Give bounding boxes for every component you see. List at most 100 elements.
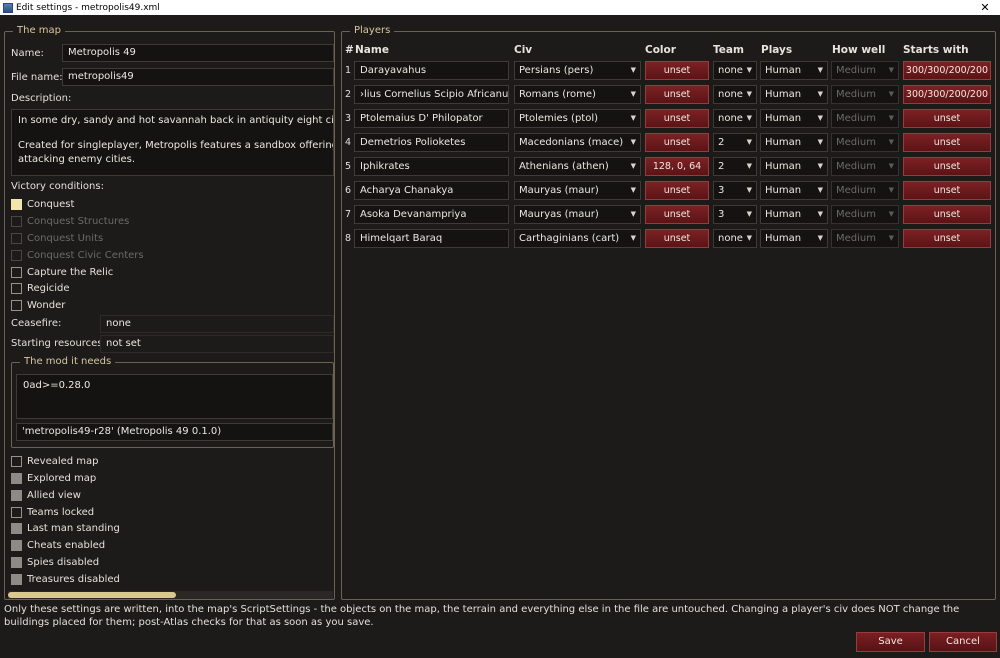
close-icon[interactable]: ✕ — [970, 1, 1000, 14]
team-select[interactable]: 2 ▼ — [713, 157, 757, 176]
civ-select[interactable]: Mauryas (maur) ▼ — [514, 181, 641, 200]
team-select[interactable]: none ▼ — [713, 85, 757, 104]
plays-select-value: Human — [765, 233, 802, 244]
plays-select[interactable]: Human ▼ — [760, 109, 828, 128]
player-name-input[interactable]: Iphikrates — [354, 157, 509, 176]
player-name-input[interactable]: Asoka Devanampriya — [354, 205, 509, 224]
players-legend: Players — [350, 25, 395, 37]
checkbox-indeterminate-icon[interactable] — [11, 472, 22, 484]
checkbox-indeterminate-icon[interactable] — [11, 556, 22, 568]
plays-select[interactable]: Human ▼ — [760, 61, 828, 80]
checkbox-checked-icon[interactable] — [11, 198, 22, 210]
color-button[interactable]: unset — [645, 85, 709, 104]
plays-select[interactable]: Human ▼ — [760, 181, 828, 200]
checkbox-indeterminate-icon[interactable] — [11, 489, 22, 501]
chevron-down-icon: ▼ — [746, 138, 752, 146]
description-textarea[interactable]: In some dry, sandy and hot savannah back… — [11, 109, 334, 176]
option-explored-map[interactable]: Explored map — [11, 471, 96, 485]
mod-dependencies-textarea[interactable]: 0ad>=0.28.0 — [16, 374, 333, 419]
option-teams-locked[interactable]: Teams locked — [11, 505, 94, 519]
victory-conquest[interactable]: Conquest — [11, 197, 74, 211]
player-name-input[interactable]: Himelqart Baraq — [354, 229, 509, 248]
plays-select-value: Human — [765, 209, 802, 220]
team-select[interactable]: none ▼ — [713, 229, 757, 248]
plays-select[interactable]: Human ▼ — [760, 205, 828, 224]
civ-select[interactable]: Macedonians (mace) ▼ — [514, 133, 641, 152]
checkbox-icon[interactable] — [11, 266, 22, 278]
checkbox-icon[interactable] — [11, 282, 22, 294]
filename-input[interactable]: metropolis49 — [62, 68, 334, 86]
team-select[interactable]: none ▼ — [713, 61, 757, 80]
header-name: Name — [355, 44, 389, 56]
starting-resources-field[interactable]: not set — [100, 335, 334, 353]
row-number: 1 — [345, 65, 352, 76]
option-cheats-enabled[interactable]: Cheats enabled — [11, 538, 105, 552]
color-button[interactable]: unset — [645, 109, 709, 128]
team-select[interactable]: 2 ▼ — [713, 133, 757, 152]
color-button[interactable]: unset — [645, 181, 709, 200]
checkbox-indeterminate-icon[interactable] — [11, 522, 22, 534]
chevron-down-icon: ▼ — [630, 114, 636, 122]
checkbox-icon[interactable] — [11, 299, 22, 311]
option-spies-disabled[interactable]: Spies disabled — [11, 555, 99, 569]
team-select[interactable]: 3 ▼ — [713, 181, 757, 200]
checkbox-indeterminate-icon[interactable] — [11, 573, 22, 585]
option-revealed-map[interactable]: Revealed map — [11, 454, 99, 468]
color-button[interactable]: unset — [645, 61, 709, 80]
map-scrollbar-thumb[interactable] — [8, 592, 176, 598]
starts-with-button[interactable]: unset — [903, 133, 991, 152]
civ-select[interactable]: Romans (rome) ▼ — [514, 85, 641, 104]
plays-select[interactable]: Human ▼ — [760, 133, 828, 152]
chevron-down-icon: ▼ — [888, 66, 894, 74]
player-name-input[interactable]: Demetrios Polioketes — [354, 133, 509, 152]
color-button[interactable]: 128, 0, 64 — [645, 157, 709, 176]
ceasefire-field[interactable]: none — [100, 315, 334, 333]
chevron-down-icon: ▼ — [817, 234, 823, 242]
victory-capture-relic[interactable]: Capture the Relic — [11, 265, 113, 279]
starts-with-button[interactable]: unset — [903, 205, 991, 224]
plays-select[interactable]: Human ▼ — [760, 85, 828, 104]
how-well-select: Medium ▼ — [831, 181, 899, 200]
how-well-select-value: Medium — [836, 233, 876, 244]
civ-select[interactable]: Athenians (athen) ▼ — [514, 157, 641, 176]
plays-select[interactable]: Human ▼ — [760, 229, 828, 248]
victory-regicide[interactable]: Regicide — [11, 281, 70, 295]
civ-select[interactable]: Mauryas (maur) ▼ — [514, 205, 641, 224]
plays-select[interactable]: Human ▼ — [760, 157, 828, 176]
player-name-input[interactable]: Acharya Chanakya — [354, 181, 509, 200]
save-button[interactable]: Save — [856, 632, 925, 652]
mod-id-field[interactable]: 'metropolis49-r28' (Metropolis 49 0.1.0) — [16, 423, 333, 441]
team-select[interactable]: 3 ▼ — [713, 205, 757, 224]
player-name-input[interactable]: ›lius Cornelius Scipio Africanus — [354, 85, 509, 104]
checkbox-icon[interactable] — [11, 455, 22, 467]
starts-with-button[interactable]: 300/300/200/200 — [903, 61, 991, 80]
chevron-down-icon: ▼ — [817, 186, 823, 194]
chevron-down-icon: ▼ — [746, 162, 752, 170]
player-name-input[interactable]: Ptolemaius D' Philopator — [354, 109, 509, 128]
starts-with-button[interactable]: 300/300/200/200 — [903, 85, 991, 104]
option-last-man-standing[interactable]: Last man standing — [11, 521, 120, 535]
color-button[interactable]: unset — [645, 133, 709, 152]
map-name-input[interactable]: Metropolis 49 — [62, 44, 334, 62]
civ-select[interactable]: Persians (pers) ▼ — [514, 61, 641, 80]
team-select[interactable]: none ▼ — [713, 109, 757, 128]
checkbox-indeterminate-icon[interactable] — [11, 539, 22, 551]
starts-with-button[interactable]: unset — [903, 157, 991, 176]
chevron-down-icon: ▼ — [630, 66, 636, 74]
header-starts-with: Starts with — [903, 44, 969, 56]
checkbox-icon[interactable] — [11, 506, 22, 518]
player-name-input[interactable]: Darayavahus — [354, 61, 509, 80]
starts-with-button[interactable]: unset — [903, 109, 991, 128]
option-allied-view[interactable]: Allied view — [11, 488, 81, 502]
color-button[interactable]: unset — [645, 205, 709, 224]
option-treasures-disabled[interactable]: Treasures disabled — [11, 572, 120, 586]
color-button[interactable]: unset — [645, 229, 709, 248]
map-legend: The map — [13, 25, 65, 37]
starts-with-button[interactable]: unset — [903, 181, 991, 200]
starts-with-button[interactable]: unset — [903, 229, 991, 248]
cancel-button[interactable]: Cancel — [929, 632, 997, 652]
civ-select[interactable]: Ptolemies (ptol) ▼ — [514, 109, 641, 128]
chevron-down-icon: ▼ — [817, 138, 823, 146]
civ-select[interactable]: Carthaginians (cart) ▼ — [514, 229, 641, 248]
victory-wonder[interactable]: Wonder — [11, 298, 65, 312]
